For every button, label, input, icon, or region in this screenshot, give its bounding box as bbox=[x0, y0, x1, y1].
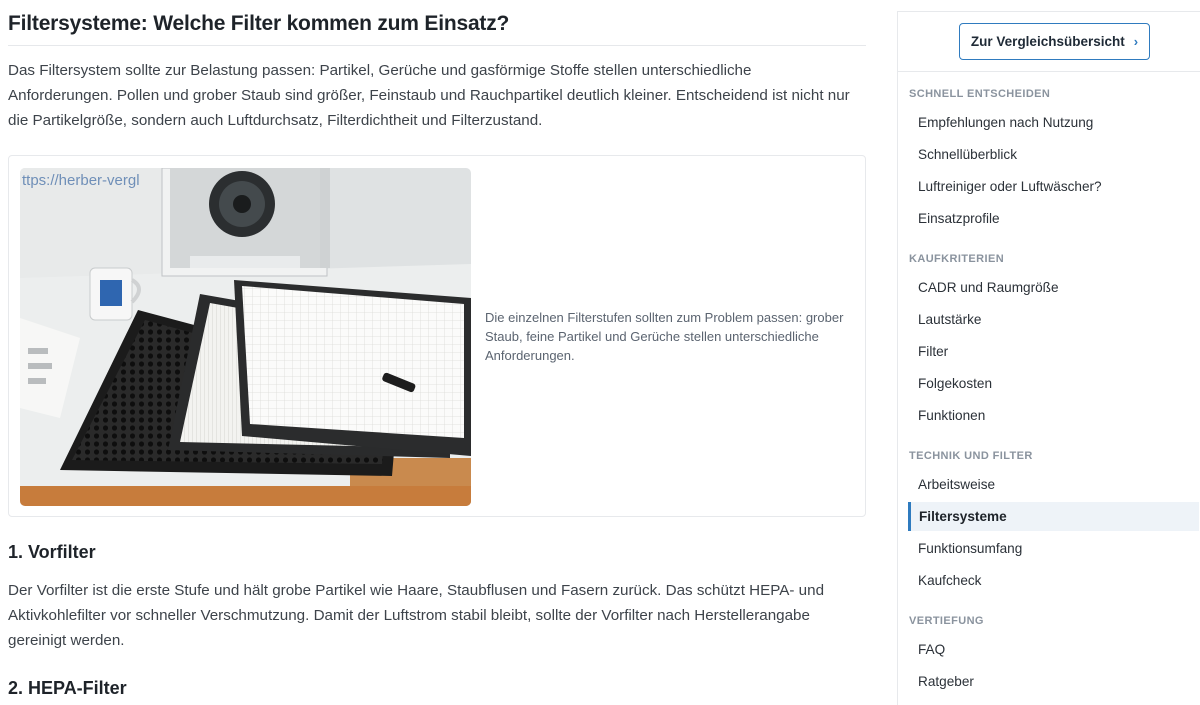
section-heading-hepa: 2. HEPA-Filter bbox=[8, 678, 127, 698]
figure-caption: Die einzelnen Filterstufen sollten zum P… bbox=[485, 308, 857, 365]
toc-item-luftreiniger-oder-luftwaescher[interactable]: Luftreiniger oder Luftwäscher? bbox=[908, 172, 1199, 201]
toc-item-filtersysteme[interactable]: Filtersysteme bbox=[908, 502, 1199, 531]
toc-section-title: VERTIEFUNG bbox=[909, 615, 984, 627]
caption-line: Staub, feine Partikel und Gerüche stelle… bbox=[485, 329, 819, 344]
intro-paragraph: Das Filtersystem sollte zur Belastung pa… bbox=[8, 58, 866, 133]
photo-watermark: ttps://herber-vergl bbox=[22, 172, 140, 189]
chevron-right-icon: › bbox=[1133, 34, 1139, 49]
toc-item-einsatzprofile[interactable]: Einsatzprofile bbox=[908, 204, 1199, 233]
intro-line: Anforderungen. Pollen und grober Staub s… bbox=[8, 87, 850, 104]
toc-item-filter[interactable]: Filter bbox=[908, 337, 1199, 366]
figure-card: ttps://herber-vergl Die einzelnen Filter… bbox=[8, 155, 866, 517]
toc-item-lautstaerke[interactable]: Lautstärke bbox=[908, 305, 1199, 334]
toc-item-empfehlungen[interactable]: Empfehlungen nach Nutzung bbox=[908, 108, 1199, 137]
toc-item-schnellueberblick[interactable]: Schnellüberblick bbox=[908, 140, 1199, 169]
intro-line: Das Filtersystem sollte zur Belastung pa… bbox=[8, 62, 752, 79]
caption-line: Anforderungen. bbox=[485, 348, 575, 363]
toc-item-arbeitsweise[interactable]: Arbeitsweise bbox=[908, 470, 1199, 499]
toc-item-faq[interactable]: FAQ bbox=[908, 635, 1199, 664]
paragraph-line: gereinigt werden. bbox=[8, 632, 125, 649]
toc-item-kaufcheck[interactable]: Kaufcheck bbox=[908, 566, 1199, 595]
toc-section-title: TECHNIK UND FILTER bbox=[909, 450, 1033, 462]
toc-item-cadr[interactable]: CADR und Raumgröße bbox=[908, 273, 1199, 302]
toc-item-funktionsumfang[interactable]: Funktionsumfang bbox=[908, 534, 1199, 563]
filter-photo: ttps://herber-vergl bbox=[20, 168, 471, 506]
toc-item-funktionen[interactable]: Funktionen bbox=[908, 401, 1199, 430]
toc-item-folgekosten[interactable]: Folgekosten bbox=[908, 369, 1199, 398]
paragraph-line: Aktivkohlefilter vor schneller Verschmut… bbox=[8, 607, 810, 624]
sidebar-toc: Zur Vergleichsübersicht › SCHNELL ENTSCH… bbox=[897, 11, 1200, 705]
toc-section-title: KAUFKRITERIEN bbox=[909, 253, 1005, 265]
vorfilter-paragraph: Der Vorfilter ist die erste Stufe und hä… bbox=[8, 578, 866, 653]
compare-overview-button[interactable]: Zur Vergleichsübersicht › bbox=[959, 23, 1150, 60]
caption-line: Die einzelnen Filterstufen sollten zum P… bbox=[485, 310, 844, 325]
section-heading-vorfilter: 1. Vorfilter bbox=[8, 542, 96, 562]
intro-line: die Partikelgröße, sondern auch Luftdurc… bbox=[8, 112, 543, 129]
toc-item-ratgeber[interactable]: Ratgeber bbox=[908, 667, 1199, 696]
compare-button-label: Zur Vergleichsübersicht bbox=[970, 34, 1125, 49]
paragraph-line: Der Vorfilter ist die erste Stufe und hä… bbox=[8, 582, 825, 599]
toc-section-title: SCHNELL ENTSCHEIDEN bbox=[909, 88, 1051, 100]
page-title: Filtersysteme: Welche Filter kommen zum … bbox=[8, 12, 510, 35]
title-divider bbox=[8, 45, 866, 46]
sidebar-divider bbox=[898, 71, 1200, 72]
